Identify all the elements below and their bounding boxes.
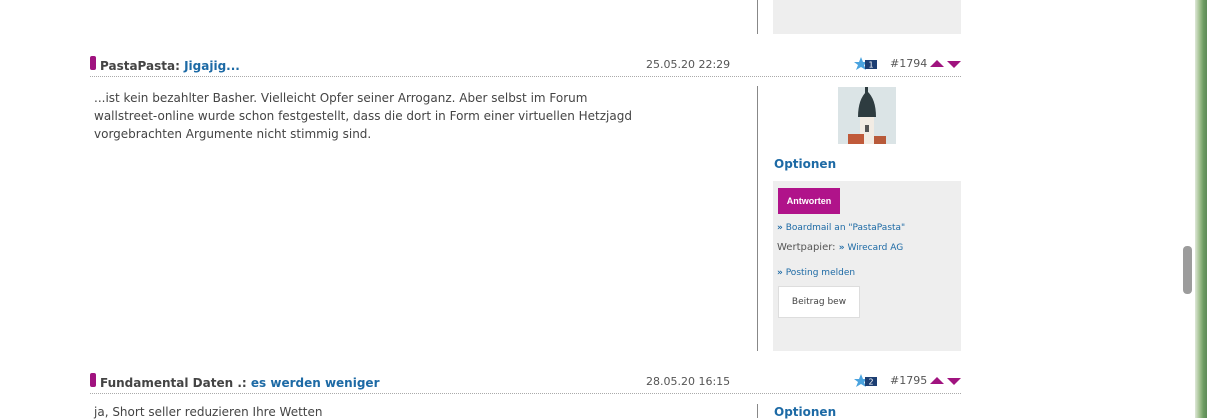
author-separator: .: <box>237 376 247 390</box>
security-value: Wirecard AG <box>847 243 904 253</box>
desktop-background-edge <box>1195 0 1207 418</box>
rating-count: 1 <box>868 61 873 70</box>
post-header: Fundamental Daten .: es werden weniger 2… <box>90 373 961 394</box>
rating-count: 2 <box>868 378 873 387</box>
avatar[interactable] <box>838 87 896 144</box>
report-label: Posting melden <box>785 268 856 278</box>
author-name[interactable]: Fundamental Daten <box>100 376 233 390</box>
edit-post-button[interactable]: Beitrag bew <box>778 286 860 318</box>
post-divider <box>757 86 758 351</box>
post-title-link[interactable]: es werden weniger <box>251 376 380 390</box>
post-body: ...ist kein bezahlter Basher. Vielleicht… <box>94 91 632 141</box>
post-number[interactable]: #1794 <box>890 57 927 70</box>
previous-post-divider <box>757 0 758 34</box>
options-box: Antworten » Boardmail an "PastaPasta" We… <box>773 181 961 351</box>
security-link[interactable]: » Wirecard AG <box>839 243 904 253</box>
post-number[interactable]: #1795 <box>890 374 927 387</box>
security-line: Wertpapier: » Wirecard AG <box>777 242 903 253</box>
report-link[interactable]: » Posting melden <box>777 268 855 278</box>
post-body: ja, Short seller reduzieren Ihre Wetten <box>94 405 323 419</box>
chevron-right-icon: » <box>838 243 845 253</box>
vote-up-icon[interactable] <box>930 377 944 384</box>
post-author-line: Fundamental Daten .: es werden weniger <box>100 376 379 390</box>
author-name[interactable]: PastaPasta <box>100 59 175 73</box>
boardmail-label: Boardmail an "PastaPasta" <box>785 223 906 233</box>
post-date: 28.05.20 16:15 <box>646 375 731 388</box>
author-marker <box>90 56 96 70</box>
previous-post-remnant <box>90 0 550 2</box>
options-heading[interactable]: Optionen <box>774 157 836 171</box>
author-separator: : <box>175 59 180 73</box>
star-rating-icon[interactable]: 2 <box>854 373 880 387</box>
post-author-line: PastaPasta: Jigajig... <box>100 59 240 73</box>
vote-down-icon[interactable] <box>947 61 961 68</box>
previous-options-box <box>773 0 961 34</box>
scrollbar-thumb[interactable] <box>1183 246 1192 294</box>
chevron-right-icon: » <box>777 223 783 233</box>
vote-down-icon[interactable] <box>947 378 961 385</box>
post-date: 25.05.20 22:29 <box>646 58 731 71</box>
post-divider <box>757 404 758 418</box>
post-title-link[interactable]: Jigajig... <box>184 59 240 73</box>
security-label: Wertpapier: <box>777 242 836 253</box>
scrollbar-track[interactable] <box>1180 0 1195 418</box>
reply-button[interactable]: Antworten <box>778 188 840 214</box>
star-rating-icon[interactable]: 1 <box>854 56 880 70</box>
boardmail-link[interactable]: » Boardmail an "PastaPasta" <box>777 223 905 233</box>
post-header: PastaPasta: Jigajig... 25.05.20 22:29 1 … <box>90 56 961 77</box>
vote-up-icon[interactable] <box>930 60 944 67</box>
author-marker <box>90 373 96 387</box>
chevron-right-icon: » <box>777 268 783 278</box>
options-heading[interactable]: Optionen <box>774 405 836 419</box>
